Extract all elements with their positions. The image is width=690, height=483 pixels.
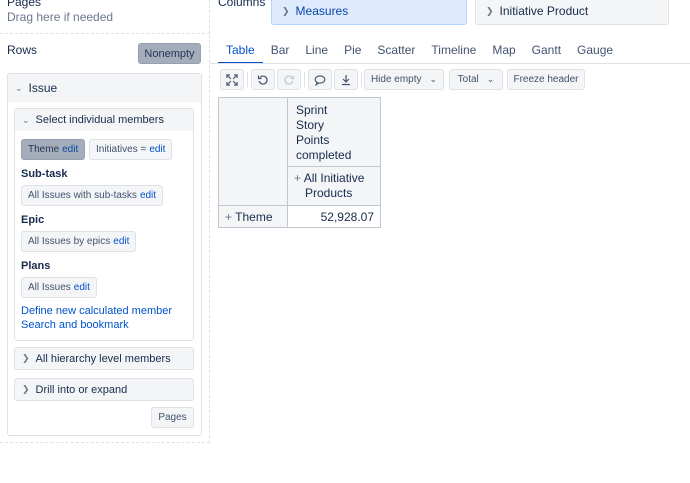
tab-gauge[interactable]: Gauge	[569, 40, 621, 64]
epic-label: Epic	[21, 214, 45, 226]
toolbar-separator	[247, 72, 248, 87]
chevron-down-icon: ⌄	[22, 114, 30, 125]
plans-label: Plans	[21, 260, 51, 272]
download-icon	[342, 74, 350, 85]
tab-table[interactable]: Table	[218, 40, 263, 64]
pages-title: Pages	[7, 0, 42, 9]
comment-icon	[314, 74, 326, 86]
column-dimension-initiative-product[interactable]: ❯ Initiative Product	[475, 0, 669, 25]
epic-member-chip[interactable]: All Issues by epics edit	[21, 231, 137, 252]
fullscreen-button[interactable]	[220, 69, 244, 90]
columns-title: Columns	[218, 0, 266, 9]
export-button[interactable]	[334, 69, 358, 90]
row-member-header-cell[interactable]: + Theme	[218, 205, 288, 228]
freeze-header-button[interactable]: Freeze header	[507, 69, 585, 90]
tab-line[interactable]: Line	[297, 40, 336, 64]
nonempty-toggle[interactable]: Nonempty	[138, 43, 201, 64]
chevron-right-icon: ❯	[486, 5, 494, 16]
chevron-down-icon: ⌄	[15, 82, 23, 93]
tab-gantt[interactable]: Gantt	[524, 40, 569, 64]
column-dimension-measures[interactable]: ❯ Measures	[271, 0, 467, 25]
undo-icon	[257, 74, 268, 85]
theme-member-chip[interactable]: Theme edit	[21, 139, 86, 160]
epic-chip-label: All Issues by epics	[28, 236, 111, 247]
all-hierarchy-label: All hierarchy level members	[35, 352, 171, 365]
tab-map[interactable]: Map	[484, 40, 523, 64]
chevron-right-icon: ❯	[282, 5, 290, 16]
theme-edit-link[interactable]: edit	[62, 144, 78, 155]
expand-plus-icon[interactable]: +	[294, 171, 301, 185]
divider	[209, 0, 210, 443]
measure-header-cell[interactable]: Sprint Story Points completed	[287, 97, 381, 167]
redo-icon	[284, 74, 295, 85]
pages-button[interactable]: Pages	[151, 407, 194, 428]
toolbar-separator	[304, 72, 305, 87]
drill-label: Drill into or expand	[35, 383, 128, 396]
subtask-member-chip[interactable]: All Issues with sub-tasks edit	[21, 185, 164, 206]
measure-header-line: Points	[296, 133, 330, 147]
chevron-down-icon: ⌄	[429, 74, 438, 84]
column-member-label: Products	[305, 186, 353, 200]
column-dimension-label: Measures	[295, 4, 349, 18]
define-calculated-member-link[interactable]: Define new calculated member	[21, 305, 172, 317]
column-member-header-cell[interactable]: + All Initiative Products	[287, 166, 381, 206]
pivot-table: Sprint Story Points completed + All Init…	[218, 97, 381, 228]
total-dropdown[interactable]: Total ⌄	[449, 69, 503, 90]
tab-bar[interactable]: Bar	[263, 40, 298, 64]
tabs-underline	[210, 63, 690, 64]
comment-button[interactable]	[308, 69, 332, 90]
tab-pie[interactable]: Pie	[336, 40, 369, 64]
visualization-tabs: Table Bar Line Pie Scatter Timeline Map …	[218, 40, 621, 64]
hide-empty-label: Hide empty	[370, 74, 422, 85]
subtask-chip-label: All Issues with sub-tasks	[28, 190, 137, 201]
chevron-right-icon: ❯	[22, 353, 30, 363]
table-corner-cell	[218, 97, 288, 206]
chevron-right-icon: ❯	[22, 384, 30, 394]
column-dimension-label: Initiative Product	[499, 4, 589, 18]
all-hierarchy-level-members-section[interactable]: ❯ All hierarchy level members	[14, 347, 194, 370]
initiatives-member-chip[interactable]: Initiatives = edit	[89, 139, 173, 160]
measure-header-line: Sprint	[296, 103, 328, 117]
select-members-label: Select individual members	[35, 114, 164, 126]
tab-scatter[interactable]: Scatter	[369, 40, 423, 64]
divider	[0, 33, 210, 34]
measure-header-line: completed	[296, 148, 352, 162]
rows-title: Rows	[7, 43, 38, 57]
chevron-down-icon: ⌄	[486, 74, 495, 84]
expand-plus-icon[interactable]: +	[225, 210, 232, 224]
undo-button[interactable]	[251, 69, 275, 90]
row-member-label: Theme	[235, 210, 273, 224]
column-member-label: All Initiative	[303, 171, 365, 185]
divider	[0, 442, 210, 443]
value-cell[interactable]: 52,928.07	[287, 205, 381, 228]
plans-member-chip[interactable]: All Issues edit	[21, 277, 97, 298]
search-and-bookmark-link[interactable]: Search and bookmark	[21, 319, 129, 331]
toolbar-separator	[361, 72, 362, 87]
select-members-header[interactable]: ⌄ Select individual members	[15, 109, 193, 131]
expand-icon	[226, 73, 238, 86]
issue-dimension-label: Issue	[28, 81, 58, 95]
subtask-edit-link[interactable]: edit	[140, 190, 156, 201]
plans-chip-label: All Issues	[28, 282, 71, 293]
theme-chip-label: Theme	[28, 144, 60, 155]
tab-timeline[interactable]: Timeline	[423, 40, 484, 64]
initiatives-edit-link[interactable]: edit	[149, 144, 165, 155]
measure-header-line: Story	[296, 118, 325, 132]
epic-edit-link[interactable]: edit	[113, 236, 129, 247]
redo-button[interactable]	[277, 69, 301, 90]
drill-into-expand-section[interactable]: ❯ Drill into or expand	[14, 378, 194, 401]
total-label: Total	[457, 74, 479, 85]
issue-dimension-header[interactable]: ⌄ Issue	[8, 74, 201, 102]
plans-edit-link[interactable]: edit	[74, 282, 90, 293]
hide-empty-dropdown[interactable]: Hide empty ⌄	[364, 69, 444, 90]
initiatives-chip-label: Initiatives =	[96, 144, 147, 155]
subtask-label: Sub-task	[21, 168, 68, 180]
pages-drop-hint: Drag here if needed	[7, 10, 114, 24]
